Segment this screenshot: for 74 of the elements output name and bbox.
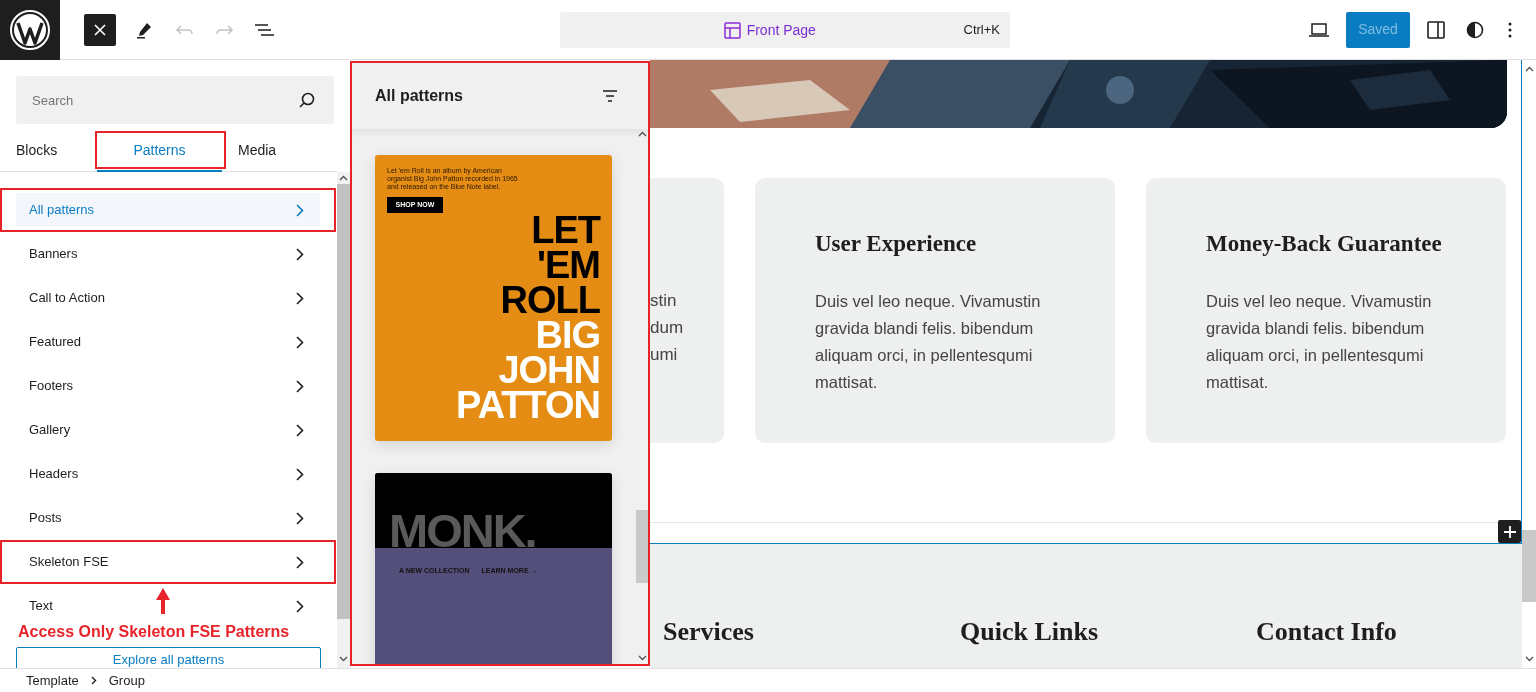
card-text: Duis vel leo neque. Vivamustin gravida blandi felis. bibendum aliquam orci, in pellentesqumi mattisat. <box>1206 290 1433 393</box>
footer-heading: Services <box>663 616 755 648</box>
search-field[interactable]: Search <box>16 76 334 124</box>
headline-text: 'EM <box>536 248 600 283</box>
card-text: stin <box>650 290 678 312</box>
annotation-arrow <box>156 588 170 614</box>
scrollbar-thumb[interactable] <box>636 510 648 583</box>
tab[interactable]: Media <box>238 131 298 172</box>
category-item[interactable]: Call to Action <box>16 281 320 315</box>
category-item[interactable]: Featured <box>16 325 320 359</box>
chevron-right-icon <box>296 467 304 481</box>
chevron-right-icon <box>296 511 304 525</box>
scroll-down-icon[interactable] <box>1524 656 1534 662</box>
add-block-button[interactable] <box>1498 520 1521 543</box>
category-item[interactable]: Footers <box>16 369 320 403</box>
headline-text: PATTON <box>456 388 600 423</box>
footer-heading: Quick Links <box>960 616 1099 648</box>
chevron-right-icon <box>296 379 304 393</box>
chevron-right-icon <box>296 423 304 437</box>
search-icon <box>298 91 316 109</box>
explore-button[interactable]: Explore all patterns <box>16 647 321 668</box>
scroll-down-icon[interactable] <box>339 656 348 662</box>
filter-icon <box>603 90 617 102</box>
category-item[interactable]: All patterns <box>16 193 320 227</box>
scrollbar-thumb[interactable] <box>1522 530 1536 602</box>
chevron-right-icon <box>296 247 304 261</box>
plus-icon <box>1503 525 1516 538</box>
headline-text: JOHN <box>498 353 600 388</box>
card-title: Money-Back Guarantee <box>1206 230 1443 258</box>
close-icon <box>94 23 106 36</box>
command-bar[interactable]: Front Page Ctrl+K <box>560 12 1010 48</box>
category-item[interactable]: Text <box>16 589 320 623</box>
category-item[interactable]: Gallery <box>16 413 320 447</box>
chevron-right-icon <box>296 555 304 569</box>
headline-text: LET <box>531 213 600 248</box>
chevron-right-icon <box>296 291 304 305</box>
tab[interactable]: Blocks <box>0 131 97 172</box>
chevron-right-icon <box>90 676 97 685</box>
scroll-up-icon[interactable] <box>339 175 348 181</box>
headline-text: MONK. <box>389 507 536 554</box>
chevron-right-icon <box>296 599 304 613</box>
category-item[interactable]: Skeleton FSE <box>16 545 320 579</box>
close-button[interactable] <box>84 13 116 46</box>
annotation-text: Access Only Skeleton FSE Patterns <box>18 622 291 642</box>
layout-icon <box>723 21 741 39</box>
page-title: Front Page <box>746 20 816 40</box>
contrast-icon <box>1466 20 1484 39</box>
category-item[interactable]: Headers <box>16 457 320 491</box>
list-view-icon <box>254 21 274 38</box>
more-vertical-icon <box>1508 21 1512 38</box>
wordpress-logo <box>9 8 51 51</box>
pencil-icon <box>135 20 153 39</box>
footer-heading: Contact Info <box>1256 616 1398 648</box>
card-text: dum <box>650 317 685 339</box>
laptop-icon <box>1309 22 1329 37</box>
breadcrumb-link[interactable]: Group <box>108 670 145 691</box>
category-item[interactable]: Banners <box>16 237 320 271</box>
tab[interactable]: Patterns <box>97 131 222 172</box>
sidebar-icon <box>1427 20 1445 39</box>
chevron-right-icon <box>296 335 304 349</box>
scroll-down-icon[interactable] <box>637 655 647 661</box>
chevron-right-icon <box>296 203 304 217</box>
panel-title: All patterns <box>375 86 463 106</box>
headline-text: ROLL <box>500 283 600 318</box>
scroll-up-icon[interactable] <box>1524 66 1534 72</box>
headline-text: BIG <box>535 318 600 353</box>
card-text: Duis vel leo neque. Vivamustin gravida blandi felis. bibendum aliquam orci, in pellentesqumi mattisat. <box>815 290 1042 393</box>
breadcrumb-link[interactable]: Template <box>26 670 79 691</box>
category-item[interactable]: Posts <box>16 501 320 535</box>
site-logo-button[interactable] <box>0 0 60 60</box>
scroll-up-icon[interactable] <box>637 131 647 137</box>
card-text: umi <box>650 344 679 366</box>
shortcut-label: Ctrl+K <box>963 21 1001 40</box>
card-title: User Experience <box>815 230 978 258</box>
